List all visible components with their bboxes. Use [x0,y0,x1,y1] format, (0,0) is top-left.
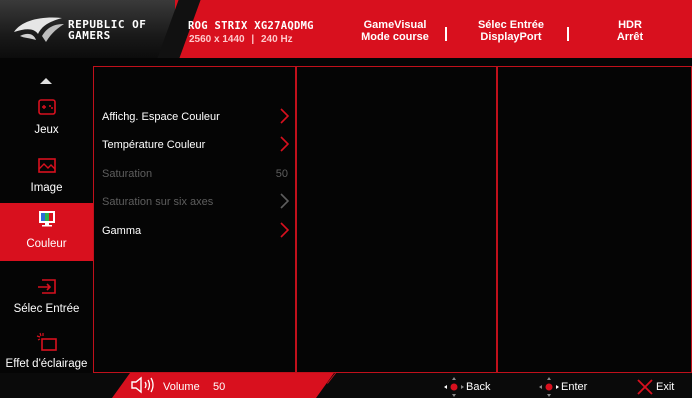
speaker-icon[interactable] [130,376,160,394]
image-icon [38,158,56,173]
input-status: Sélec Entrée DisplayPort [468,19,554,43]
sidebar-item-image[interactable]: Image [0,151,93,209]
sidebar: Jeux Image Couleur Sélec Entrée Effet d'… [0,66,93,383]
hdr-value: Arrêt [616,31,644,43]
option-panel [296,66,497,373]
joystick-right-icon[interactable] [538,376,560,398]
submenu-panel: Affichg. Espace Couleur Température Coul… [93,66,296,373]
input-icon [38,279,56,294]
brand-line-2: GAMERS [68,29,111,42]
menu-item-label: Température Couleur [102,139,206,151]
color-icon [39,211,55,227]
detail-panel [497,66,692,373]
chevron-right-icon [280,222,290,238]
menu-item-saturation-six-axes: Saturation sur six axes [102,192,292,214]
header-separator [445,27,447,41]
menu-item-gamma[interactable]: Gamma [102,221,292,243]
gamevisual-label: GameVisual [363,19,427,31]
chevron-right-icon [280,193,290,209]
sidebar-item-label: Sélec Entrée [13,303,80,315]
chevron-right-icon [280,108,290,124]
hdr-status: HDR Arrêt [605,19,655,43]
saturation-value: 50 [275,168,288,180]
rog-eye-logo-icon [14,17,64,42]
sidebar-item-label: Effet d'éclairage [5,358,88,370]
sidebar-item-jeux[interactable]: Jeux [0,93,93,151]
chevron-right-icon [280,136,290,152]
gamepad-icon [38,99,56,115]
menu-item-label: Gamma [102,225,142,237]
close-icon[interactable] [634,376,656,398]
footer [0,373,692,398]
joystick-left-icon[interactable] [443,376,465,398]
volume-label: Volume [163,381,200,393]
header: REPUBLIC OF GAMERS ROG STRIX XG27AQDMG 2… [0,0,692,58]
gamevisual-value: Mode course [361,31,429,43]
sidebar-item-label: Jeux [34,124,59,136]
sidebar-item-label: Couleur [26,238,67,250]
exit-label: Exit [656,381,675,393]
resolution-text: 2560 x 1440 [189,34,245,45]
sidebar-item-selec-entree[interactable]: Sélec Entrée [0,272,93,330]
scroll-up-arrow-icon[interactable] [40,78,52,84]
menu-item-label: Saturation [102,168,153,180]
input-value: DisplayPort [480,31,542,43]
menu-item-espace-couleur[interactable]: Affichg. Espace Couleur [102,107,292,129]
hdr-label: HDR [618,19,642,31]
brand-name: REPUBLIC OF GAMERS [68,19,146,41]
volume-value: 50 [213,381,226,393]
refresh-rate-text: 240 Hz [261,34,293,45]
menu-item-saturation: Saturation 50 [102,164,292,186]
menu-item-label: Affichg. Espace Couleur [102,111,220,123]
lighting-icon [36,332,57,351]
back-label: Back [466,381,491,393]
sidebar-item-couleur[interactable]: Couleur [0,203,93,261]
input-label: Sélec Entrée [477,19,545,31]
gamevisual-status: GameVisual Mode course [355,19,435,43]
menu-item-label: Saturation sur six axes [102,196,214,208]
osd-menu: REPUBLIC OF GAMERS ROG STRIX XG27AQDMG 2… [0,0,692,398]
menu-item-temperature-couleur[interactable]: Température Couleur [102,135,292,157]
footer-divider [332,372,692,373]
model-name: ROG STRIX XG27AQDMG [188,20,314,32]
sidebar-item-label: Image [30,182,63,194]
model-specs: 2560 x 1440 | 240 Hz [189,34,293,45]
enter-label: Enter [561,381,588,393]
header-separator [567,27,569,41]
